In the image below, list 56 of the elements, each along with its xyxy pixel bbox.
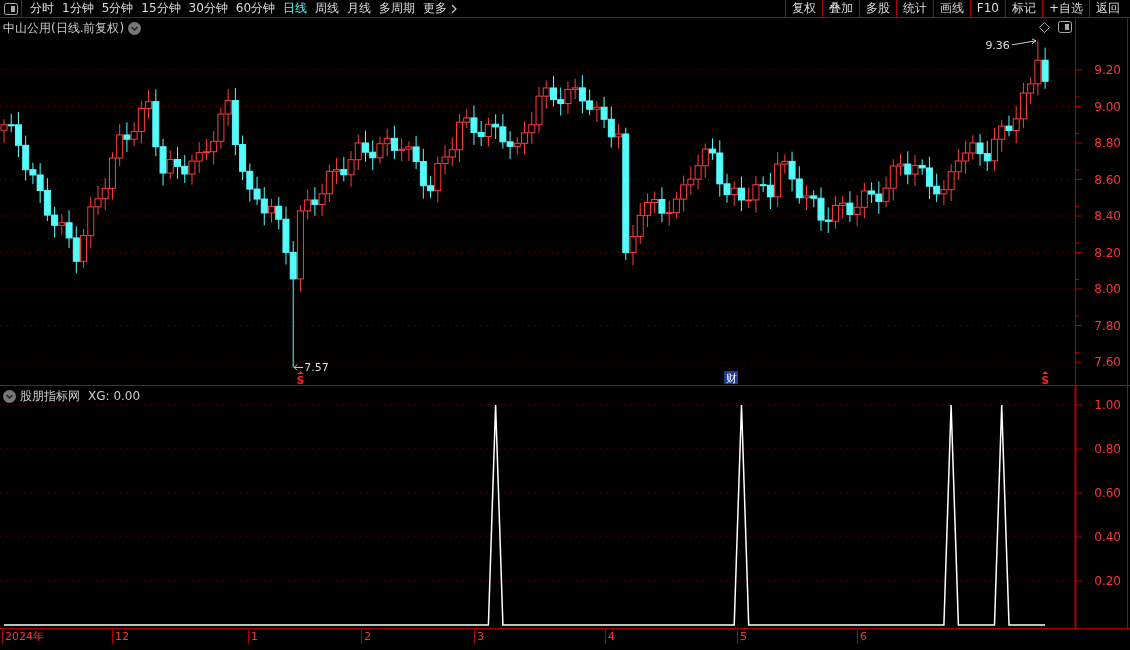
period-tab[interactable]: 周线 bbox=[311, 0, 344, 17]
axis-label: 0.60 bbox=[1094, 485, 1121, 500]
period-tab[interactable]: 月线 bbox=[343, 0, 376, 17]
period-tab[interactable]: 更多 bbox=[419, 0, 463, 17]
period-tab[interactable]: 多周期 bbox=[375, 0, 420, 17]
indicator-reading: XG: 0.00 bbox=[88, 388, 141, 404]
chart-title: 中山公用(日线.前复权) bbox=[3, 20, 125, 36]
chevron-icon bbox=[450, 3, 459, 14]
period-tab[interactable]: 日线 bbox=[279, 0, 312, 17]
toolbar-button[interactable]: F10 bbox=[969, 0, 1005, 17]
axis-label: 8.60 bbox=[1094, 172, 1121, 187]
axis-label: 8.40 bbox=[1094, 209, 1121, 223]
date-label: 6 bbox=[857, 630, 867, 644]
date-label: 1 bbox=[248, 630, 258, 644]
toolbar-button[interactable]: 画线 bbox=[932, 0, 970, 17]
axis-label: 1.00 bbox=[1094, 397, 1121, 412]
dropdown-icon[interactable] bbox=[3, 389, 16, 403]
leader-arrow bbox=[293, 363, 304, 371]
panel-toggle-icon[interactable] bbox=[3, 2, 18, 15]
panel-toggle-icon[interactable] bbox=[1058, 21, 1072, 33]
toolbar-button[interactable]: 叠加 bbox=[821, 0, 859, 17]
dropdown-icon[interactable] bbox=[128, 21, 142, 35]
date-label: 2024年 bbox=[2, 630, 44, 644]
axis-label: 7.60 bbox=[1094, 355, 1121, 369]
axis-label: 8.20 bbox=[1094, 245, 1121, 260]
axis-label: 8.00 bbox=[1094, 282, 1121, 296]
leader-arrow bbox=[1011, 38, 1037, 46]
axis-label: 7.80 bbox=[1094, 318, 1121, 333]
toolbar-button[interactable]: 统计 bbox=[895, 0, 933, 17]
toolbar-button[interactable]: 标记 bbox=[1004, 0, 1042, 17]
toolbar-button[interactable]: 复权 bbox=[784, 0, 822, 17]
period-tab[interactable]: 分时 bbox=[26, 0, 58, 17]
date-label: 12 bbox=[112, 630, 129, 644]
axis-label: 9.20 bbox=[1094, 63, 1121, 77]
date-label: 4 bbox=[605, 630, 615, 644]
axis-label: 0.20 bbox=[1094, 573, 1121, 588]
period-tab[interactable]: 30分钟 bbox=[184, 0, 232, 17]
date-label: 3 bbox=[474, 630, 484, 644]
period-tab[interactable]: 15分钟 bbox=[137, 0, 185, 17]
date-label: 5 bbox=[737, 630, 747, 644]
axis-label: 9.00 bbox=[1094, 99, 1121, 114]
diamond-icon[interactable] bbox=[1039, 21, 1050, 33]
toolbar-button[interactable]: 返回 bbox=[1089, 0, 1126, 17]
date-label: 2 bbox=[361, 630, 371, 644]
period-tab[interactable]: 60分钟 bbox=[231, 0, 280, 17]
event-marker: 财 bbox=[725, 372, 737, 385]
period-tab[interactable]: 1分钟 bbox=[58, 0, 98, 17]
axis-label: 8.80 bbox=[1094, 136, 1121, 150]
toolbar-button[interactable]: +自选 bbox=[1041, 0, 1089, 17]
price-label: 9.36 bbox=[985, 38, 1010, 52]
period-tab[interactable]: 5分钟 bbox=[97, 0, 138, 17]
axis-label: 0.40 bbox=[1094, 529, 1121, 544]
toolbar-button[interactable]: 多股 bbox=[858, 0, 896, 17]
axis-label: 0.80 bbox=[1094, 441, 1121, 456]
price-label: 7.57 bbox=[304, 361, 329, 375]
indicator-title: 股朋指标网 bbox=[20, 388, 80, 404]
